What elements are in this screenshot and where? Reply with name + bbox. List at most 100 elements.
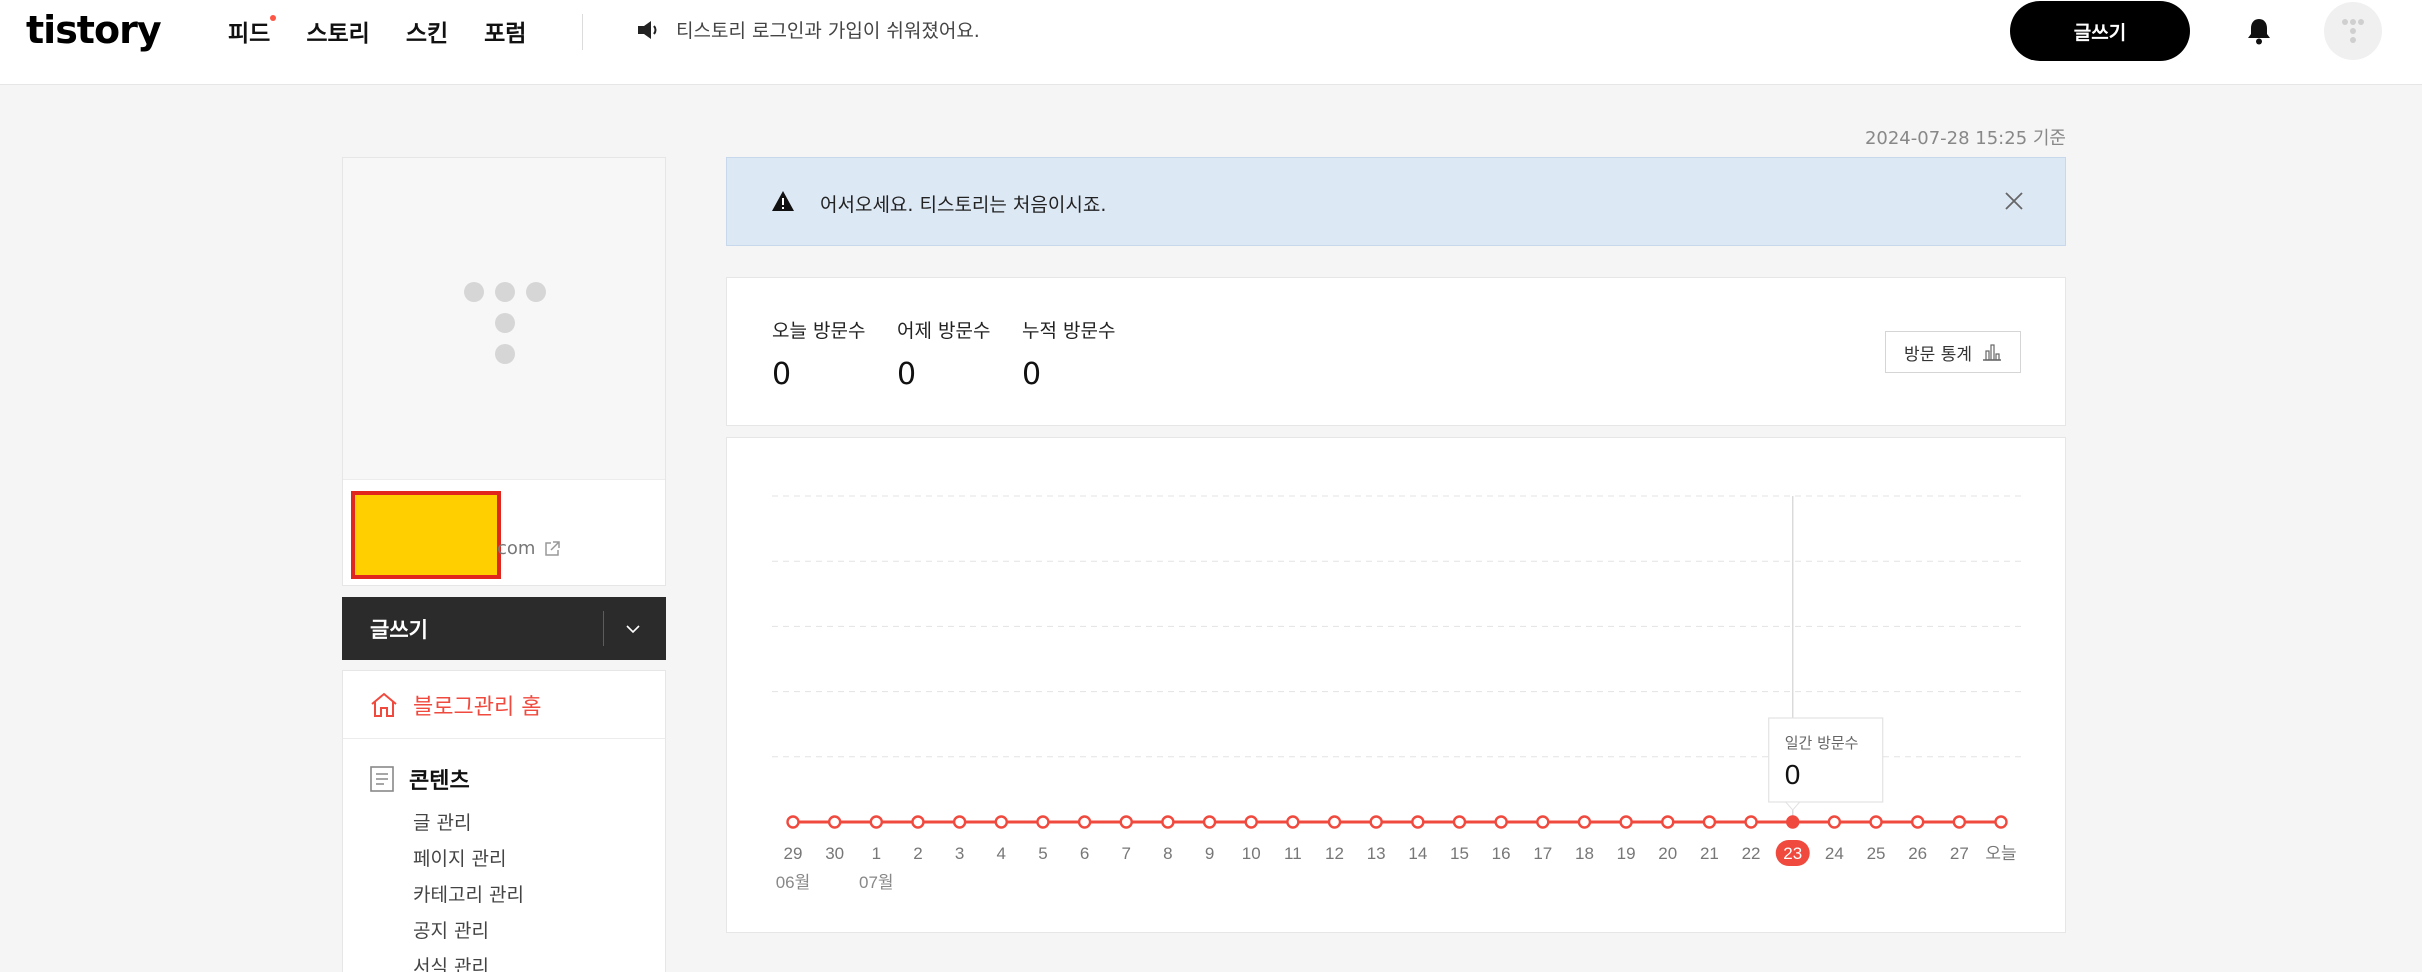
home-icon	[371, 692, 397, 717]
sidebar-item-templates[interactable]: 서식 관리	[413, 949, 524, 972]
stat-total-value: 0	[1022, 357, 1042, 392]
data-point	[1619, 815, 1633, 829]
sidebar-item-notices[interactable]: 공지 관리	[413, 913, 524, 949]
blog-url-link[interactable]: com	[497, 538, 561, 559]
sidebar-item-categories[interactable]: 카테고리 관리	[413, 877, 524, 913]
x-tick-label: 10	[1242, 844, 1261, 863]
sidebar-item-pages[interactable]: 페이지 관리	[413, 841, 524, 877]
data-point	[1744, 815, 1758, 829]
logo-dot	[495, 282, 515, 302]
x-tick-label: 23	[1783, 844, 1802, 863]
welcome-alert: 어서오세요. 티스토리는 처음이시죠.	[726, 157, 2066, 246]
sidebar-item-home[interactable]: 블로그관리 홈	[343, 671, 665, 739]
stat-yesterday: 어제 방문수 0	[897, 316, 990, 392]
data-point	[911, 815, 925, 829]
warning-icon	[772, 191, 794, 211]
x-tick-label: 8	[1163, 844, 1172, 863]
x-tick-label: 21	[1700, 844, 1719, 863]
data-point	[1036, 815, 1050, 829]
sidebar-menu: 블로그관리 홈 콘텐츠 글 관리 페이지 관리 카테고리 관리 공지 관리 서식…	[342, 670, 666, 972]
data-point	[1827, 815, 1842, 829]
write-options-toggle[interactable]	[618, 615, 648, 643]
x-tick-label: 25	[1867, 844, 1886, 863]
tistory-logo[interactable]: tistory	[26, 8, 162, 52]
daily-visits-chart: 29 30 1 2 3 4 5 6 7 8 9 10 11 12 13 14 15 16 17 18 19 20 21 22 2…	[726, 437, 2066, 933]
x-tick-label: 24	[1825, 844, 1844, 863]
x-tick-label: 7	[1122, 844, 1131, 863]
data-point	[1869, 815, 1883, 829]
x-tick-label: 17	[1533, 844, 1552, 863]
close-icon[interactable]	[1999, 186, 2029, 216]
blog-profile-image[interactable]	[343, 158, 665, 480]
data-point	[786, 815, 800, 829]
month-label: 06월	[776, 873, 811, 892]
notice-banner[interactable]: 티스토리 로그인과 가입이 쉬워졌어요.	[636, 16, 980, 43]
sidebar-item-home-label: 블로그관리 홈	[413, 694, 542, 720]
notice-text: 티스토리 로그인과 가입이 쉬워졌어요.	[676, 20, 980, 42]
logo-dot	[464, 282, 484, 302]
notification-bell-icon[interactable]	[2244, 16, 2274, 46]
data-point	[1202, 815, 1217, 829]
top-navigation-bar: tistory 피드 스토리 스킨 포럼 티스토리 로그인과 가입이 쉬워졌어요…	[0, 0, 2422, 85]
nav-divider	[582, 14, 583, 50]
data-point	[1119, 815, 1133, 829]
stat-today-label: 오늘 방문수	[772, 320, 866, 342]
sidebar-write-label: 글쓰기	[370, 618, 428, 642]
data-point	[1411, 815, 1425, 829]
tooltip-label: 일간 방문수	[1785, 734, 1859, 752]
sidebar-section-content[interactable]: 콘텐츠	[369, 763, 470, 795]
data-point	[827, 815, 842, 829]
nav-forum[interactable]: 포럼	[484, 14, 526, 48]
sidebar-write-bar[interactable]: 글쓰기	[342, 597, 666, 660]
external-link-icon	[545, 540, 561, 556]
content-submenu: 글 관리 페이지 관리 카테고리 관리 공지 관리 서식 관리	[413, 805, 524, 972]
chart-svg: 29 30 1 2 3 4 5 6 7 8 9 10 11 12 13 14 15 16 17 18 19 20 21 22 2…	[772, 495, 2021, 892]
stat-total: 누적 방문수 0	[1022, 316, 1115, 392]
data-point	[869, 815, 884, 829]
x-tick-label: 18	[1575, 844, 1594, 863]
data-point	[1244, 815, 1258, 829]
speaker-icon	[638, 20, 657, 39]
write-post-button[interactable]: 글쓰기	[2010, 1, 2190, 61]
visit-stats-button[interactable]: 방문 통계	[1885, 331, 2021, 373]
alert-message: 어서오세요. 티스토리는 처음이시죠.	[820, 194, 1107, 216]
data-point	[1994, 815, 2008, 829]
x-tick-label: 19	[1617, 844, 1636, 863]
tooltip-value: 0	[1785, 759, 1801, 790]
redacted-blog-name	[351, 491, 501, 579]
stat-yesterday-label: 어제 방문수	[897, 320, 991, 342]
blog-url-text: com	[497, 538, 536, 559]
x-tick-label: 16	[1492, 844, 1511, 863]
x-tick-label: 오늘	[1985, 844, 2016, 863]
sidebar-item-posts[interactable]: 글 관리	[413, 805, 524, 841]
data-point	[1286, 815, 1300, 829]
x-tick-label: 15	[1450, 844, 1469, 863]
data-point	[1702, 815, 1717, 829]
x-tick-label: 9	[1205, 844, 1214, 863]
stat-today-value: 0	[772, 357, 792, 392]
x-tick-label: 26	[1908, 844, 1927, 863]
main-nav: 피드 스토리 스킨 포럼	[228, 14, 526, 48]
bar-chart-icon	[1982, 344, 2001, 361]
data-point	[1536, 815, 1550, 829]
x-tick-label: 5	[1038, 844, 1047, 863]
visit-stats-button-label: 방문 통계	[1904, 344, 1972, 365]
logo-dot	[495, 313, 515, 333]
document-icon	[370, 766, 394, 792]
data-point	[1494, 815, 1508, 829]
tooltip-pointer	[1784, 801, 1801, 811]
data-point	[1327, 815, 1342, 829]
x-tick-label: 20	[1658, 844, 1677, 863]
user-avatar[interactable]	[2324, 2, 2382, 60]
x-tick-label: 13	[1367, 844, 1386, 863]
nav-feed[interactable]: 피드	[228, 14, 277, 48]
month-label: 07월	[859, 873, 894, 892]
x-tick-label: 12	[1325, 844, 1344, 863]
data-point	[952, 815, 967, 829]
nav-skin[interactable]: 스킨	[406, 14, 448, 48]
x-tick-label: 14	[1408, 844, 1427, 863]
x-tick-label: 30	[825, 844, 844, 863]
data-point	[1786, 815, 1800, 829]
blog-profile-card: com	[342, 157, 666, 586]
nav-story[interactable]: 스토리	[306, 14, 369, 48]
